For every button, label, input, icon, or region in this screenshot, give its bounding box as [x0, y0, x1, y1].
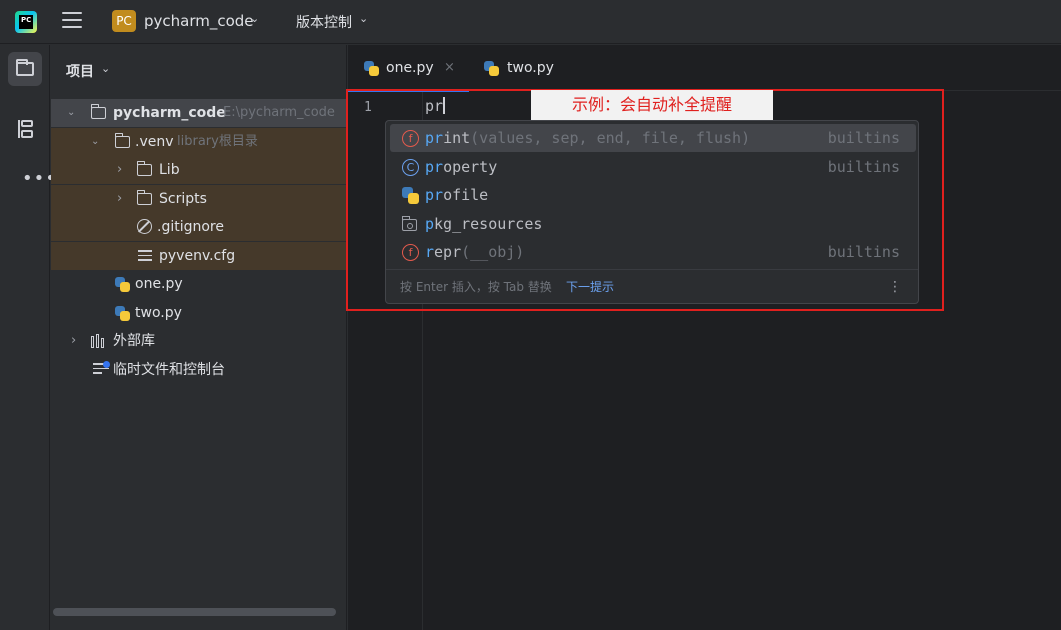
- project-panel: 项目 ⌄ ⌄ pycharm_code E:\pycharm_code ⌄ .v…: [51, 45, 347, 630]
- project-tool-button[interactable]: [8, 52, 42, 86]
- tree-item-gitignore[interactable]: .gitignore: [51, 213, 346, 241]
- tree-item-label: Lib: [159, 162, 180, 178]
- folder-icon: [136, 190, 152, 205]
- tree-item-path: E:\pycharm_code: [223, 105, 335, 120]
- chevron-right-icon[interactable]: ›: [117, 156, 122, 184]
- main-menu-icon[interactable]: [62, 12, 82, 30]
- tree-item-pycharm-code[interactable]: ⌄ pycharm_code E:\pycharm_code: [51, 99, 346, 127]
- config-file-icon: [138, 250, 152, 262]
- tree-item-hint: library根目录: [177, 134, 258, 149]
- chevron-down-icon[interactable]: ⌄: [67, 99, 75, 127]
- chevron-down-icon[interactable]: ⌄: [91, 128, 99, 156]
- structure-tool-button[interactable]: [8, 112, 42, 146]
- tree-item-one-py[interactable]: one.py: [51, 270, 346, 298]
- python-file-icon: [115, 277, 130, 292]
- chevron-down-icon[interactable]: ⌄: [359, 12, 368, 25]
- tree-item-label: .gitignore: [157, 219, 224, 235]
- tree-item-lib[interactable]: › Lib: [51, 156, 346, 184]
- tab-label: one.py: [386, 60, 434, 76]
- folder-icon: [136, 161, 152, 176]
- tree-item-label: Scripts: [159, 191, 207, 207]
- tab-label: two.py: [507, 60, 554, 76]
- tree-item-label: .venv: [135, 134, 174, 150]
- ignore-file-icon: [137, 219, 152, 234]
- tree-item-label: pyvenv.cfg: [159, 248, 236, 264]
- tree-item-external-libraries[interactable]: › 外部库: [51, 327, 346, 355]
- editor-tab-bar: one.py × two.py: [348, 45, 1061, 92]
- chevron-down-icon[interactable]: ⌄: [101, 62, 110, 75]
- chevron-right-icon[interactable]: ›: [117, 185, 122, 213]
- structure-icon: [18, 120, 34, 138]
- tree-item-scripts[interactable]: › Scripts: [51, 185, 346, 213]
- more-tools-button[interactable]: •••: [8, 158, 56, 192]
- python-file-icon: [115, 306, 130, 321]
- tree-item-pyvenv-cfg[interactable]: pyvenv.cfg: [51, 242, 346, 270]
- project-badge[interactable]: PC: [112, 10, 136, 32]
- python-file-icon: [484, 61, 499, 76]
- tree-item-scratches[interactable]: 临时文件和控制台: [51, 356, 346, 384]
- chevron-down-icon[interactable]: ⌄: [250, 12, 259, 25]
- tool-window-strip: •••: [0, 45, 56, 630]
- python-file-icon: [364, 61, 379, 76]
- tree-item-label: two.py: [135, 305, 182, 321]
- title-bar: PC PC pycharm_code ⌄ 版本控制 ⌄: [0, 0, 1061, 44]
- tree-item-label: pycharm_code: [113, 105, 226, 121]
- annotation-highlight-box: [346, 89, 944, 311]
- folder-icon: [16, 59, 34, 76]
- tree-item-two-py[interactable]: two.py: [51, 299, 346, 327]
- folder-icon: [90, 104, 106, 119]
- chevron-right-icon[interactable]: ›: [71, 327, 76, 355]
- tab-one-py[interactable]: one.py ×: [348, 45, 469, 92]
- horizontal-scrollbar[interactable]: [53, 608, 336, 616]
- library-icon: [91, 334, 107, 348]
- tree-item-label: one.py: [135, 276, 183, 292]
- close-tab-icon[interactable]: ×: [444, 60, 455, 75]
- project-panel-title[interactable]: 项目: [66, 61, 94, 81]
- tab-two-py[interactable]: two.py: [470, 45, 570, 91]
- vcs-menu[interactable]: 版本控制: [296, 12, 352, 32]
- scratches-icon: [93, 361, 110, 377]
- folder-icon: [114, 133, 130, 148]
- project-name-dropdown[interactable]: pycharm_code: [144, 12, 254, 30]
- tree-item-venv[interactable]: ⌄ .venv library根目录: [51, 128, 346, 156]
- pycharm-logo-icon[interactable]: PC: [15, 11, 37, 33]
- tree-item-label: 临时文件和控制台: [113, 362, 225, 378]
- tree-item-label: 外部库: [113, 333, 155, 349]
- annotation-label: 示例：会自动补全提醒: [531, 90, 773, 120]
